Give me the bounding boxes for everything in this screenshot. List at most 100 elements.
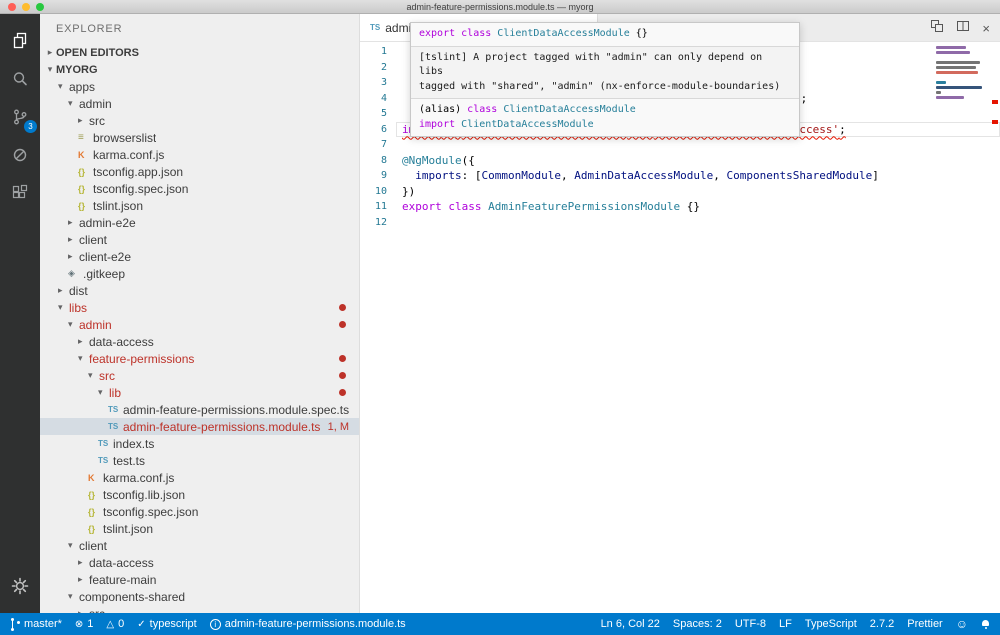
- ts-file-icon: TS: [108, 405, 123, 414]
- tree-folder-data-access[interactable]: ▸data-access: [40, 554, 359, 571]
- tree-folder-client[interactable]: ▸client: [40, 231, 359, 248]
- tree-item-label: src: [89, 607, 105, 614]
- line-number: 4: [360, 91, 396, 107]
- tree-file-browserslist[interactable]: ≡browserslist: [40, 129, 359, 146]
- close-editor-icon[interactable]: ×: [982, 22, 990, 35]
- feedback-smiley-icon[interactable]: ☺: [956, 618, 968, 630]
- chevron-right-icon: ▸: [78, 115, 89, 126]
- minimap-mark: [936, 81, 946, 84]
- tree-item-label: src: [89, 114, 105, 128]
- tree-file-tsconfig.spec.json[interactable]: {}tsconfig.spec.json: [40, 180, 359, 197]
- line-number: 6: [360, 122, 396, 138]
- open-editors-header[interactable]: ▸ OPEN EDITORS: [40, 44, 359, 61]
- tree-file-karma.conf.js[interactable]: Kkarma.conf.js: [40, 469, 359, 486]
- tree-folder-src[interactable]: ▾src: [40, 367, 359, 384]
- code-line-8[interactable]: 8@NgModule({: [360, 153, 1000, 169]
- line-number: 2: [360, 60, 396, 76]
- tree-file-tsconfig.spec.json[interactable]: {}tsconfig.spec.json: [40, 503, 359, 520]
- chevron-right-icon: ▸: [44, 47, 56, 58]
- tree-file-index.ts[interactable]: TSindex.ts: [40, 435, 359, 452]
- activity-debug[interactable]: [0, 136, 40, 174]
- tree-item-label: feature-main: [89, 573, 156, 587]
- tree-item-label: client: [79, 539, 107, 553]
- chevron-right-icon: ▸: [68, 251, 79, 262]
- activity-extensions[interactable]: [0, 174, 40, 212]
- ts-file-icon: TS: [370, 23, 380, 32]
- overview-ruler-error-mark: [992, 120, 998, 124]
- code-line-9[interactable]: 9 imports: [CommonModule, AdminDataAcces…: [360, 168, 1000, 184]
- notifications-bell-icon[interactable]: [981, 620, 990, 629]
- hover-section-2: [tslint] A project tagged with "admin" c…: [411, 46, 799, 99]
- tree-folder-src[interactable]: ▸src: [40, 605, 359, 613]
- tree-folder-client[interactable]: ▾client: [40, 537, 359, 554]
- modified-dot-icon: [339, 355, 346, 362]
- status-errors[interactable]: ⊗1: [75, 618, 94, 630]
- tree-folder-feature-permissions[interactable]: ▾feature-permissions: [40, 350, 359, 367]
- tree-file-karma.conf.js[interactable]: Kkarma.conf.js: [40, 146, 359, 163]
- chevron-right-icon: ▸: [78, 557, 89, 568]
- tree-item-label: tslint.json: [103, 522, 153, 536]
- status-left: master* ⊗1 △0 ✓typescript iadmin-feature-per…: [10, 618, 406, 631]
- bell-icon: [981, 620, 990, 629]
- code-line-11[interactable]: 11export class AdminFeaturePermissionsMo…: [360, 199, 1000, 215]
- tree-folder-src[interactable]: ▸src: [40, 112, 359, 129]
- minimize-window-button[interactable]: [22, 3, 30, 11]
- activity-search[interactable]: [0, 60, 40, 98]
- open-changes-icon[interactable]: [930, 19, 944, 38]
- code-line-12[interactable]: 12: [360, 215, 1000, 231]
- tree-folder-data-access[interactable]: ▸data-access: [40, 333, 359, 350]
- tree-item-label: data-access: [89, 335, 154, 349]
- code-line-10[interactable]: 10}): [360, 184, 1000, 200]
- modified-dot-icon: [339, 372, 346, 379]
- zoom-window-button[interactable]: [36, 3, 44, 11]
- tree-file-admin-feature-permissions.module.spec.ts[interactable]: TSadmin-feature-permissions.module.spec.…: [40, 401, 359, 418]
- settings-gear-button[interactable]: [0, 567, 40, 605]
- split-editor-icon[interactable]: [956, 19, 970, 38]
- status-active-file[interactable]: iadmin-feature-permissions.module.ts: [210, 618, 406, 630]
- status-git-branch[interactable]: master*: [10, 618, 62, 631]
- tree-folder-components-shared[interactable]: ▾components-shared: [40, 588, 359, 605]
- status-warnings[interactable]: △0: [106, 618, 124, 630]
- minimap[interactable]: [936, 46, 986, 106]
- tree-folder-dist[interactable]: ▸dist: [40, 282, 359, 299]
- status-encoding[interactable]: UTF-8: [735, 618, 766, 630]
- tree-file-tslint.json[interactable]: {}tslint.json: [40, 197, 359, 214]
- activity-explorer[interactable]: [0, 22, 40, 60]
- code-line-7[interactable]: 7: [360, 137, 1000, 153]
- status-language-mode[interactable]: TypeScript: [805, 618, 857, 630]
- hover-line: export class ClientDataAccessModule {}: [419, 27, 791, 42]
- status-tslint-status[interactable]: ✓typescript: [137, 618, 196, 630]
- tree-folder-client-e2e[interactable]: ▸client-e2e: [40, 248, 359, 265]
- status-bar: master* ⊗1 △0 ✓typescript iadmin-feature-per…: [0, 613, 1000, 635]
- tree-file-tsconfig.lib.json[interactable]: {}tsconfig.lib.json: [40, 486, 359, 503]
- tree-file-admin-feature-permissions.module.ts[interactable]: TSadmin-feature-permissions.module.ts1, …: [40, 418, 359, 435]
- status-ts-version[interactable]: 2.7.2: [870, 618, 894, 630]
- tree-folder-lib[interactable]: ▾lib: [40, 384, 359, 401]
- traffic-lights: [8, 3, 44, 11]
- chevron-right-icon: ▸: [78, 574, 89, 585]
- close-window-button[interactable]: [8, 3, 16, 11]
- status-indentation[interactable]: Spaces: 2: [673, 618, 722, 630]
- tree-folder-apps[interactable]: ▾apps: [40, 78, 359, 95]
- hover-line: [tslint] A project tagged with "admin" c…: [419, 51, 791, 80]
- status-formatter[interactable]: Prettier: [907, 618, 942, 630]
- tree-item-label: test.ts: [113, 454, 145, 468]
- tree-folder-admin-e2e[interactable]: ▸admin-e2e: [40, 214, 359, 231]
- status-cursor-position[interactable]: Ln 6, Col 22: [601, 618, 660, 630]
- tree-folder-admin[interactable]: ▾admin: [40, 316, 359, 333]
- ts-file-icon: TS: [108, 422, 123, 431]
- tree-folder-admin[interactable]: ▾admin: [40, 95, 359, 112]
- tree-folder-feature-main[interactable]: ▸feature-main: [40, 571, 359, 588]
- tree-file-tsconfig.app.json[interactable]: {}tsconfig.app.json: [40, 163, 359, 180]
- tree-file-.gitkeep[interactable]: ◈.gitkeep: [40, 265, 359, 282]
- root-folder-header[interactable]: ▾ MYORG: [40, 61, 359, 78]
- tree-file-test.ts[interactable]: TStest.ts: [40, 452, 359, 469]
- minimap-mark: [936, 51, 970, 54]
- tree-folder-libs[interactable]: ▾libs: [40, 299, 359, 316]
- hover-section-1: export class ClientDataAccessModule {}: [411, 23, 799, 46]
- tree-file-tslint.json[interactable]: {}tslint.json: [40, 520, 359, 537]
- json-file-icon: {}: [88, 507, 103, 517]
- activity-source-control[interactable]: 3: [0, 98, 40, 136]
- status-eol[interactable]: LF: [779, 618, 792, 630]
- overview-ruler-error-mark: [992, 100, 998, 104]
